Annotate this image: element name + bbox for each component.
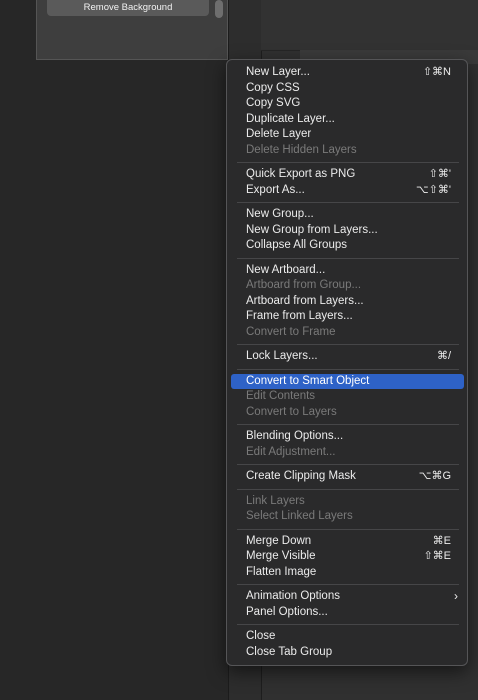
menu-item-label: Convert to Smart Object [246, 374, 370, 387]
menu-item-shortcut: ⇧⌘' [428, 168, 451, 180]
menu-item-label: Animation Options [246, 590, 340, 602]
menu-item-label: Blending Options... [246, 430, 344, 442]
menu-item-label: Copy CSS [246, 81, 300, 94]
menu-item-artboard-from-layers[interactable]: Artboard from Layers... [227, 294, 467, 310]
menu-item-duplicate-layer[interactable]: Duplicate Layer... [227, 112, 467, 128]
menu-item-blending-options[interactable]: Blending Options... [227, 429, 467, 445]
menu-item-convert-to-smart-object[interactable]: Convert to Smart Object [231, 373, 464, 389]
menu-item-convert-to-frame: Convert to Frame [227, 325, 467, 341]
menu-separator [237, 624, 459, 625]
menu-item-edit-contents: Edit Contents [227, 389, 467, 405]
menu-item-label: Copy SVG [246, 97, 301, 109]
menu-item-create-clipping-mask[interactable]: Create Clipping Mask ⌥⌘G [227, 469, 467, 485]
menu-separator [237, 344, 459, 345]
menu-item-label: Create Clipping Mask [246, 470, 356, 482]
menu-item-label: Edit Adjustment... [246, 445, 336, 458]
menu-item-close-tab-group[interactable]: Close Tab Group [227, 645, 467, 661]
menu-item-copy-svg[interactable]: Copy SVG [227, 96, 467, 112]
menu-item-lock-layers[interactable]: Lock Layers... ⌘/ [227, 349, 467, 365]
menu-item-collapse-all-groups[interactable]: Collapse All Groups [227, 238, 467, 254]
menu-separator [237, 584, 459, 585]
menu-item-panel-options[interactable]: Panel Options... [227, 605, 467, 621]
menu-item-label: New Artboard... [246, 263, 326, 276]
menu-item-merge-visible[interactable]: Merge Visible ⇧⌘E [227, 549, 467, 565]
menu-item-shortcut: ⌘/ [436, 350, 451, 362]
menu-item-edit-adjustment: Edit Adjustment... [227, 445, 467, 461]
menu-item-shortcut: ⌥⌘G [418, 470, 451, 482]
menu-item-label: Merge Visible [246, 550, 316, 562]
menu-item-convert-to-layers: Convert to Layers [227, 405, 467, 421]
menu-item-label: New Group... [246, 208, 314, 220]
menu-separator [237, 202, 459, 203]
menu-item-label: Export As... [246, 183, 305, 196]
menu-item-new-layer[interactable]: New Layer... ⇧⌘N [227, 65, 467, 81]
canvas-area [0, 0, 228, 700]
menu-separator [237, 528, 459, 530]
menu-item-label: New Group from Layers... [246, 223, 378, 236]
menu-item-label: Flatten Image [246, 565, 317, 578]
layers-panel-header [261, 0, 478, 51]
menu-item-flatten-image[interactable]: Flatten Image [227, 565, 467, 581]
menu-separator [237, 488, 459, 490]
menu-item-label: Convert to Frame [246, 325, 336, 338]
menu-item-label: Convert to Layers [246, 405, 337, 418]
menu-item-new-group-from-layers[interactable]: New Group from Layers... [227, 223, 467, 239]
menu-item-label: Artboard from Group... [246, 279, 362, 291]
panel-scrollbar[interactable] [215, 0, 223, 18]
menu-item-merge-down[interactable]: Merge Down ⌘E [227, 534, 467, 550]
menu-separator [237, 464, 459, 465]
menu-item-label: Panel Options... [246, 605, 328, 618]
menu-item-label: Select Linked Layers [246, 510, 353, 522]
menu-item-label: Frame from Layers... [246, 310, 353, 322]
menu-separator [237, 368, 459, 370]
menu-item-label: Collapse All Groups [246, 239, 347, 251]
menu-item-label: Delete Hidden Layers [246, 143, 357, 156]
menu-item-label: Duplicate Layer... [246, 112, 335, 125]
menu-item-artboard-from-group: Artboard from Group... [227, 278, 467, 294]
menu-item-select-linked-layers: Select Linked Layers [227, 509, 467, 525]
menu-item-shortcut: ⇧⌘N [422, 66, 451, 78]
menu-item-label: Merge Down [246, 534, 312, 547]
menu-item-shortcut: ⌥⇧⌘' [416, 183, 451, 196]
menu-item-label: New Layer... [246, 66, 310, 78]
menu-item-export-as[interactable]: Export As... ⌥⇧⌘' [227, 183, 467, 199]
properties-panel: Remove Background [36, 0, 228, 60]
menu-item-label: Quick Export as PNG [246, 168, 356, 180]
menu-item-frame-from-layers[interactable]: Frame from Layers... [227, 309, 467, 325]
menu-item-link-layers: Link Layers [227, 494, 467, 510]
menu-item-quick-export-as-png[interactable]: Quick Export as PNG ⇧⌘' [227, 167, 467, 183]
menu-item-label: Close [246, 630, 276, 642]
menu-item-label: Edit Contents [246, 390, 316, 402]
menu-item-copy-css[interactable]: Copy CSS [227, 81, 467, 97]
menu-item-new-group[interactable]: New Group... [227, 207, 467, 223]
layers-context-menu: New Layer... ⇧⌘N Copy CSS Copy SVG Duplicate… [226, 59, 468, 666]
menu-separator [237, 162, 459, 163]
menu-item-label: Lock Layers... [246, 350, 318, 362]
menu-item-animation-options[interactable]: Animation Options › [227, 589, 467, 605]
menu-item-label: Link Layers [246, 494, 305, 507]
menu-item-shortcut: ⌘E [432, 534, 451, 547]
menu-item-shortcut: ⇧⌘E [423, 550, 451, 562]
menu-item-label: Close Tab Group [246, 645, 333, 658]
menu-item-delete-layer[interactable]: Delete Layer [227, 127, 467, 143]
menu-separator [237, 257, 459, 259]
menu-separator [237, 424, 459, 425]
menu-item-label: Artboard from Layers... [246, 294, 364, 307]
menu-item-new-artboard[interactable]: New Artboard... [227, 263, 467, 279]
menu-item-close[interactable]: Close [227, 629, 467, 645]
chevron-right-icon: › [454, 589, 458, 603]
menu-item-label: Delete Layer [246, 128, 312, 140]
menu-item-delete-hidden-layers: Delete Hidden Layers [227, 143, 467, 159]
remove-background-button[interactable]: Remove Background [47, 0, 209, 16]
